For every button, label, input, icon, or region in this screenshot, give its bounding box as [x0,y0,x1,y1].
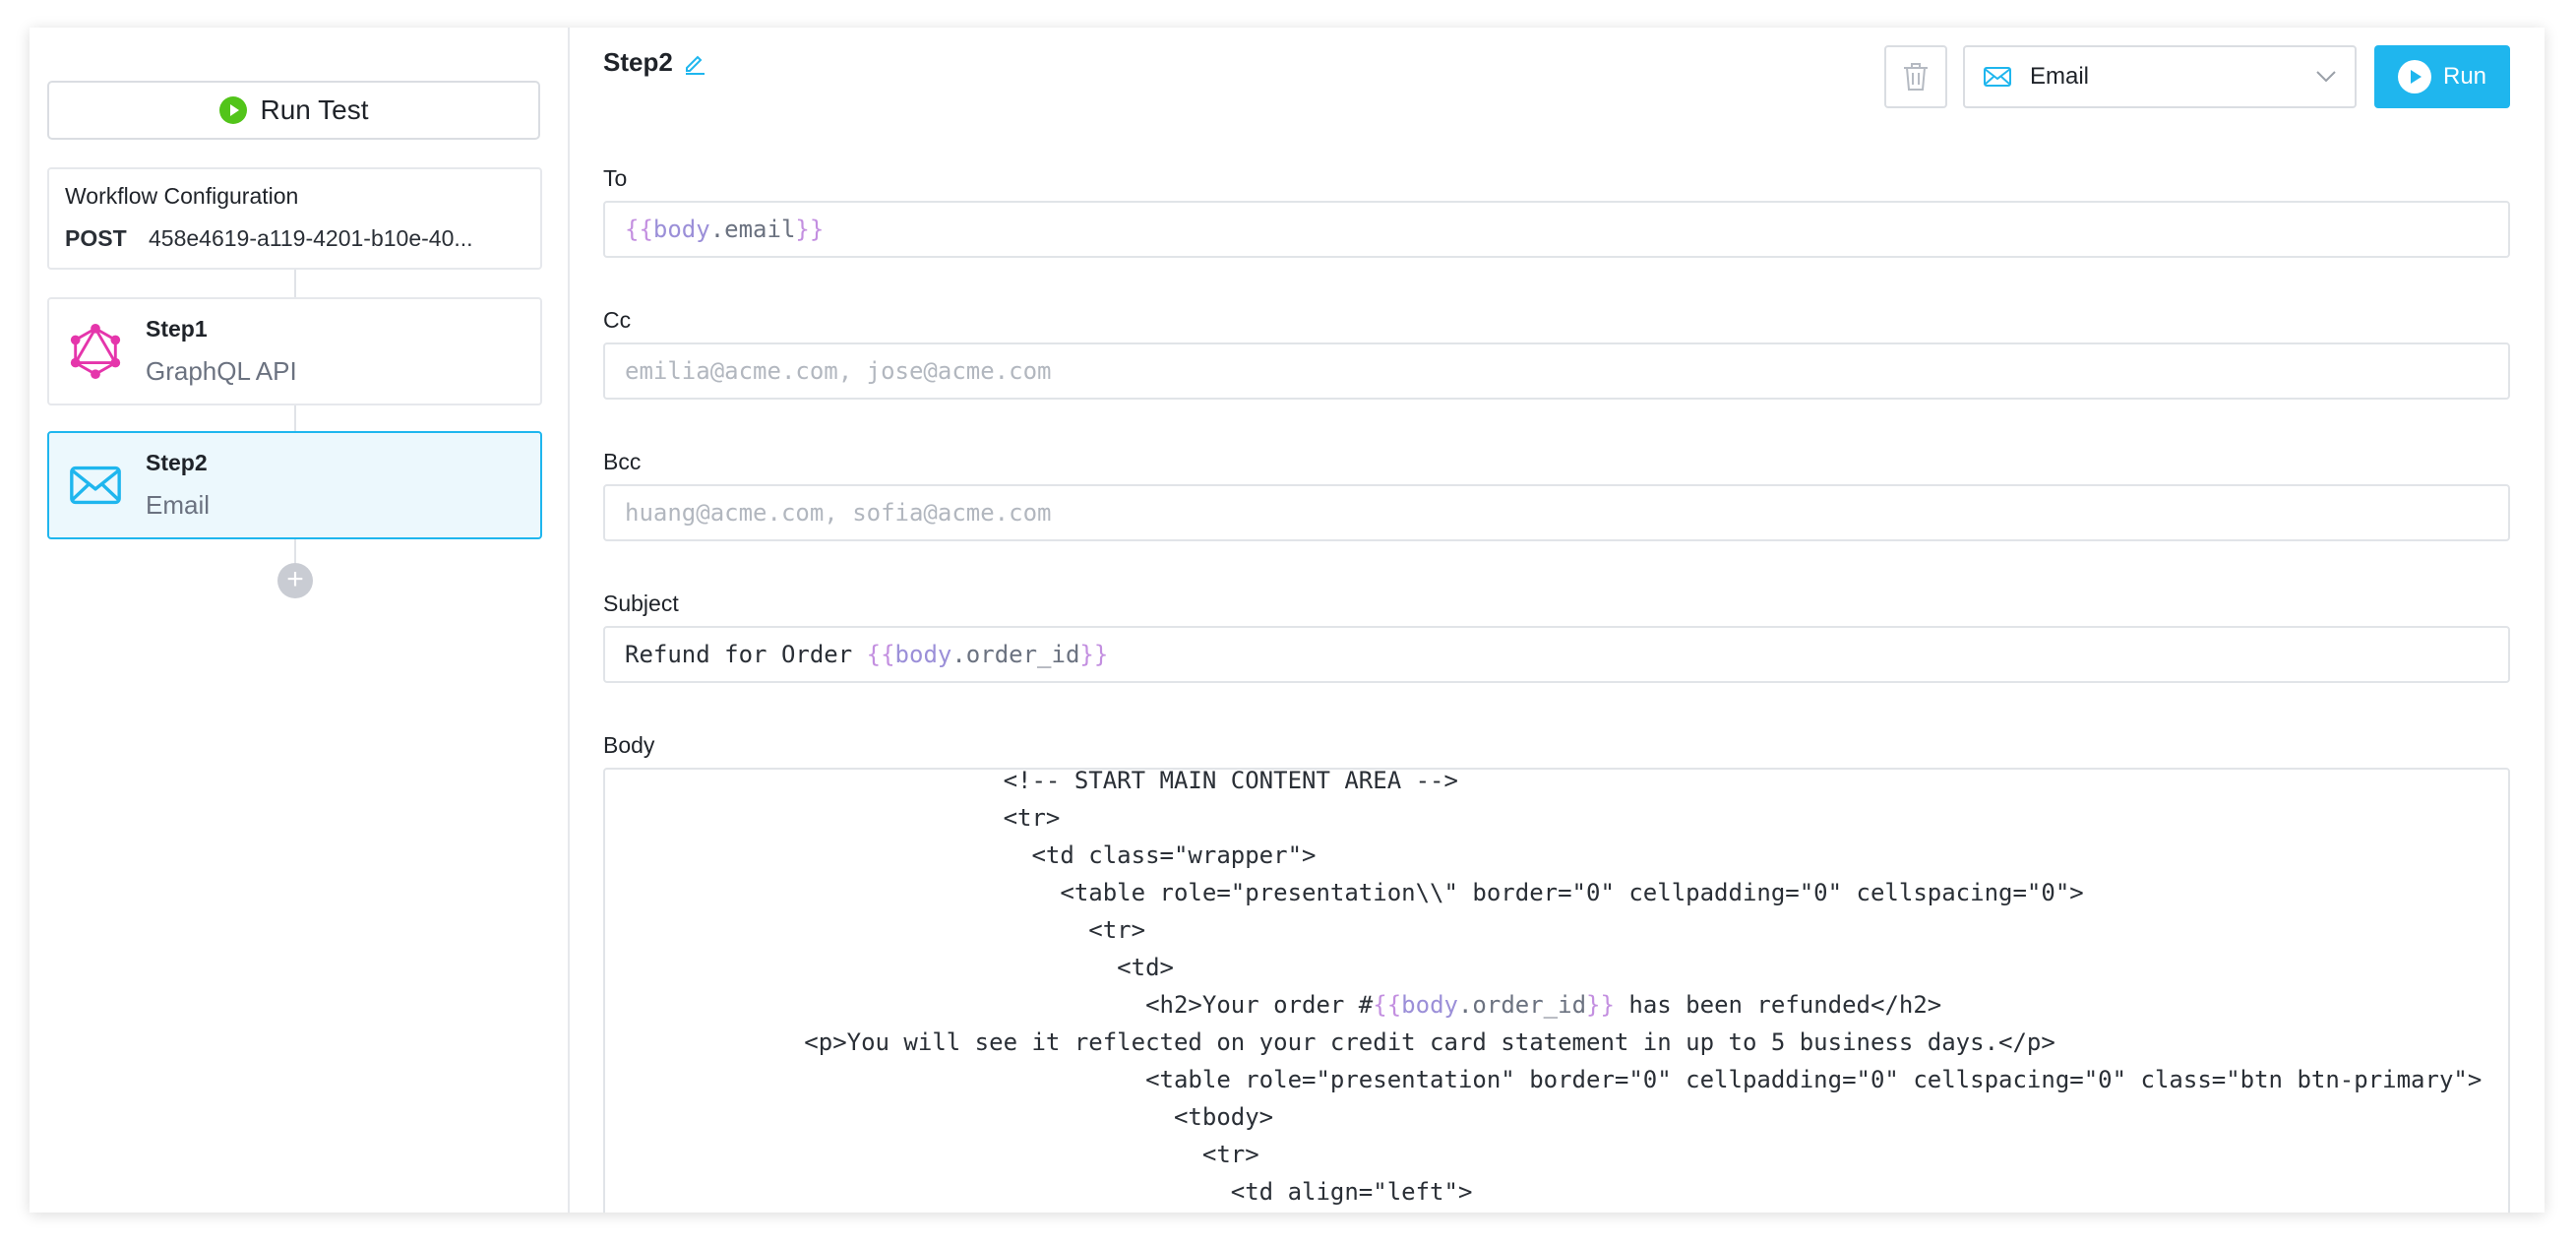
chevron-down-icon [2316,71,2336,83]
step-editor: Step2 Email Run To {{body .email}} Cc … [570,28,2545,1213]
run-label: Run [2442,63,2487,90]
envelope-icon [1984,67,2011,87]
template-brace-open: {{ [1373,991,1402,1019]
step-name: Step1 [146,316,208,342]
bcc-label: Bcc [603,449,642,474]
step-type-select-value: Email [2030,63,2090,90]
envelope-icon [70,466,121,505]
bcc-placeholder: huang@acme.com, sofia@acme.com [625,499,1052,527]
template-key: .email [709,216,796,243]
step-card-step1[interactable]: Step1 GraphQL API [47,297,542,405]
graphql-icon [70,323,121,380]
workflow-id: 458e4619-a119-4201-b10e-40... [149,225,473,251]
workflow-sidebar: Run Test Workflow Configuration POST 458… [30,28,570,1213]
delete-step-button[interactable] [1884,45,1947,108]
code-line: <h2>Your order #{{body.order_id}} has be… [605,991,1942,1019]
run-button[interactable]: Run [2374,45,2510,108]
connector-line [294,270,296,297]
template-key: .order_id [1457,991,1587,1019]
subject-label: Subject [603,591,679,616]
connector-line [294,405,296,431]
step-card-step2[interactable]: Step2 Email [47,431,542,539]
workflow-configuration-card[interactable]: Workflow Configuration POST 458e4619-a11… [47,167,542,270]
run-test-button[interactable]: Run Test [47,81,540,140]
code-line: <td align="left"> [605,1178,1473,1206]
code-line: <tr> [605,804,1061,832]
body-code-editor[interactable]: <!-- START MAIN CONTENT AREA --> <tr> <t… [603,768,2510,1213]
step-name: Step2 [146,450,208,475]
play-icon [2397,60,2431,93]
cc-label: Cc [603,307,632,333]
workflow-config-title: Workflow Configuration [65,183,299,209]
step-type-select[interactable]: Email [1963,45,2357,108]
code-line: <tr> [605,1141,1259,1168]
code-line: <table role="presentation" border="0" ce… [605,1066,2483,1093]
body-label: Body [603,732,655,758]
subject-field[interactable]: Refund for Order {{body .order_id}} [603,626,2510,683]
template-brace-close: }} [1586,991,1615,1019]
code-line: <tr> [605,916,1146,944]
code-line: <td class="wrapper"> [605,841,1317,869]
bcc-field[interactable]: huang@acme.com, sofia@acme.com [603,484,2510,541]
template-variable: body [652,216,710,243]
code-line: <td> [605,954,1174,981]
cc-placeholder: emilia@acme.com, jose@acme.com [625,357,1052,385]
step-type: Email [146,490,211,520]
template-variable: body [1401,991,1458,1019]
run-test-label: Run Test [260,94,369,125]
connector-line [294,539,296,563]
app-window: Run Test Workflow Configuration POST 458… [30,28,2545,1213]
template-key: .order_id [951,641,1080,668]
template-brace-open: {{ [625,216,653,243]
to-field[interactable]: {{body .email}} [603,201,2510,258]
add-step-button[interactable]: + [277,563,313,598]
template-variable: body [894,641,952,668]
code-line: <table role="presentation\\" border="0" … [605,879,2084,906]
step-title: Step2 [603,47,706,78]
code-line: <tbody> [605,1103,1274,1131]
template-brace-open: {{ [866,641,895,668]
code-line: <!-- START MAIN CONTENT AREA --> [605,768,1458,794]
edit-pencil-icon[interactable] [683,51,706,75]
trash-icon [1904,63,1928,91]
to-label: To [603,165,628,191]
template-brace-close: }} [1079,641,1109,668]
code-line: <p>You will see it reflected on your cre… [605,1028,2055,1056]
template-brace-close: }} [795,216,825,243]
play-icon [218,96,247,124]
http-method: POST [65,225,127,251]
step-title-text: Step2 [603,47,673,77]
cc-field[interactable]: emilia@acme.com, jose@acme.com [603,342,2510,400]
step-type: GraphQL API [146,356,297,386]
